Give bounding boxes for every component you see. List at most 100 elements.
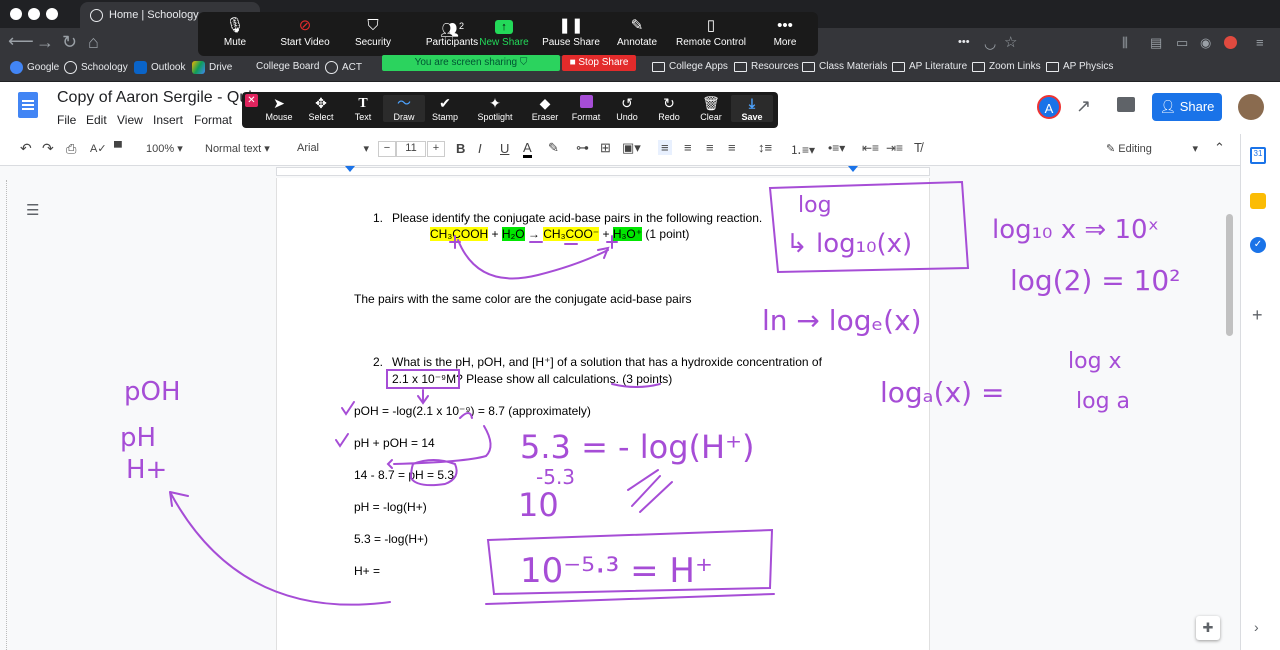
annotate-select-button[interactable]: ✥ Select <box>300 95 342 122</box>
align-center-icon[interactable]: ≡ <box>684 140 692 155</box>
account-icon[interactable]: ◉ <box>1200 35 1211 51</box>
editing-mode-select[interactable]: ✎ Editing ▾ <box>1106 142 1198 155</box>
font-size-decrease-button[interactable]: − <box>378 141 396 157</box>
italic-icon[interactable]: I <box>478 141 482 156</box>
redo-icon[interactable]: ↷ <box>42 140 54 157</box>
bookmark-class-materials[interactable]: Class Materials <box>802 61 887 72</box>
pocket-icon[interactable]: ◡ <box>984 35 996 52</box>
bookmark-resources[interactable]: Resources <box>734 61 799 72</box>
bookmark-ap-physics[interactable]: AP Physics <box>1046 61 1113 72</box>
document-title[interactable]: Copy of Aaron Sergile - Quiz <box>57 89 260 107</box>
bookmark-college-board[interactable]: College Board <box>256 61 319 72</box>
annotate-button[interactable]: ✎ Annotate <box>597 15 677 53</box>
text-color-icon[interactable]: A <box>523 140 532 158</box>
close-window-icon[interactable] <box>10 8 22 20</box>
profile-avatar[interactable] <box>1238 94 1264 120</box>
spellcheck-icon[interactable]: A✓ <box>90 142 107 155</box>
docs-logo-icon[interactable] <box>18 92 38 118</box>
underline-icon[interactable]: U <box>500 141 509 156</box>
mute-button[interactable]: 🎙︎ Mute <box>195 15 275 53</box>
increase-indent-icon[interactable]: ⇥≡ <box>886 141 903 155</box>
sidebar-icon[interactable]: ▭ <box>1176 35 1188 51</box>
bookmark-ap-literature[interactable]: AP Literature <box>892 61 967 72</box>
decrease-indent-icon[interactable]: ⇤≡ <box>862 141 879 155</box>
font-size-increase-button[interactable]: + <box>427 141 445 157</box>
menu-icon[interactable]: ≡ <box>1256 35 1264 50</box>
extension-icon[interactable] <box>1224 36 1237 49</box>
comments-icon[interactable] <box>1117 97 1135 112</box>
highlight-icon[interactable]: ✎ <box>548 140 559 156</box>
zoom-select[interactable]: 100% ▾ <box>146 142 183 155</box>
menu-view[interactable]: View <box>117 113 143 127</box>
bookmark-act[interactable]: ACT <box>325 61 362 74</box>
bookmark-zoom-links[interactable]: Zoom Links <box>972 61 1041 72</box>
collapse-toolbar-icon[interactable]: ⌃ <box>1214 140 1225 156</box>
explore-icon[interactable]: ✚ <box>1196 616 1220 640</box>
style-select[interactable]: Normal text ▾ <box>205 142 270 155</box>
scrollbar-thumb[interactable] <box>1226 214 1233 336</box>
remote-control-button[interactable]: ▯ Remote Control <box>671 15 751 53</box>
bookmark-drive[interactable]: Drive <box>192 61 232 74</box>
annotate-eraser-button[interactable]: ◆ Eraser <box>524 95 566 122</box>
bookmark-google[interactable]: Google <box>10 61 59 74</box>
annotate-clear-button[interactable]: 🗑︎ Clear <box>690 95 732 122</box>
annotate-mouse-button[interactable]: ➤ Mouse <box>258 95 300 122</box>
bullet-list-icon[interactable]: •≡▾ <box>828 141 845 155</box>
bookmark-college-apps[interactable]: College Apps <box>652 61 728 72</box>
bookmark-schoology[interactable]: Schoology <box>64 61 128 74</box>
bookmark-outlook[interactable]: Outlook <box>134 61 185 74</box>
font-select[interactable]: Arial ▾ <box>297 142 369 155</box>
avatar[interactable]: A <box>1037 95 1061 119</box>
back-icon[interactable]: ⟵ <box>8 31 34 52</box>
keep-icon[interactable] <box>1250 193 1266 209</box>
more-actions-icon[interactable]: ••• <box>958 36 970 48</box>
library-icon[interactable]: ⫼ <box>1122 35 1128 51</box>
tasks-icon[interactable]: ✓ <box>1250 237 1266 253</box>
annotate-draw-button[interactable]: 〜 Draw <box>383 95 425 122</box>
reload-icon[interactable]: ↻ <box>62 32 77 53</box>
expand-panel-icon[interactable]: › <box>1254 619 1259 635</box>
font-size-input[interactable]: 11 <box>396 141 426 157</box>
outline-icon[interactable]: ☰ <box>26 201 39 219</box>
annotate-stamp-button[interactable]: ✔ Stamp <box>424 95 466 122</box>
clear-formatting-icon[interactable]: T̸ <box>914 140 922 155</box>
menu-format[interactable]: Format <box>194 113 232 127</box>
security-button[interactable]: ⛉ Security <box>333 15 413 53</box>
image-icon[interactable]: ▣▾ <box>622 140 641 156</box>
bold-icon[interactable]: B <box>456 141 465 156</box>
minimize-window-icon[interactable] <box>28 8 40 20</box>
align-left-icon[interactable]: ≡ <box>658 140 672 155</box>
comment-icon[interactable]: ⊞ <box>600 140 611 156</box>
right-indent-marker[interactable] <box>848 166 858 172</box>
numbered-list-icon[interactable]: ⒈≡▾ <box>790 141 815 158</box>
more-button[interactable]: ••• More <box>745 15 825 53</box>
calendar-icon[interactable]: 31 <box>1250 147 1266 164</box>
menu-file[interactable]: File <box>57 113 76 127</box>
share-button[interactable]: 👤︎ Share <box>1152 93 1222 121</box>
annotate-spotlight-button[interactable]: ✦ Spotlight <box>470 95 520 122</box>
stop-share-button[interactable]: ■ Stop Share <box>562 55 636 71</box>
align-justify-icon[interactable]: ≡ <box>728 140 736 155</box>
star-icon[interactable]: ☆ <box>1004 33 1017 51</box>
print-icon[interactable]: ⎙ <box>66 141 76 157</box>
close-annotate-icon[interactable]: ✕ <box>245 94 258 107</box>
forward-icon[interactable]: → <box>36 32 54 53</box>
activity-trend-icon[interactable]: ↗ <box>1076 96 1091 117</box>
annotate-save-button[interactable]: ⤓ Save <box>731 95 773 122</box>
annotate-format-button[interactable]: Format <box>565 95 607 122</box>
menu-edit[interactable]: Edit <box>86 113 107 127</box>
menu-insert[interactable]: Insert <box>153 113 183 127</box>
maximize-window-icon[interactable] <box>46 8 58 20</box>
undo-icon[interactable]: ↶ <box>20 140 32 157</box>
line-spacing-icon[interactable]: ↕≡ <box>758 140 772 155</box>
annotate-text-button[interactable]: T Text <box>342 95 384 122</box>
add-addon-icon[interactable]: + <box>1252 305 1263 326</box>
align-right-icon[interactable]: ≡ <box>706 140 714 155</box>
left-indent-marker[interactable] <box>345 166 355 172</box>
link-icon[interactable]: ⊶ <box>576 140 589 156</box>
paint-format-icon[interactable]: ▀ <box>114 142 122 154</box>
reader-icon[interactable]: ▤ <box>1150 35 1162 51</box>
annotate-redo-button[interactable]: ↻ Redo <box>648 95 690 122</box>
annotate-undo-button[interactable]: ↺ Undo <box>606 95 648 122</box>
home-icon[interactable]: ⌂ <box>88 32 99 53</box>
